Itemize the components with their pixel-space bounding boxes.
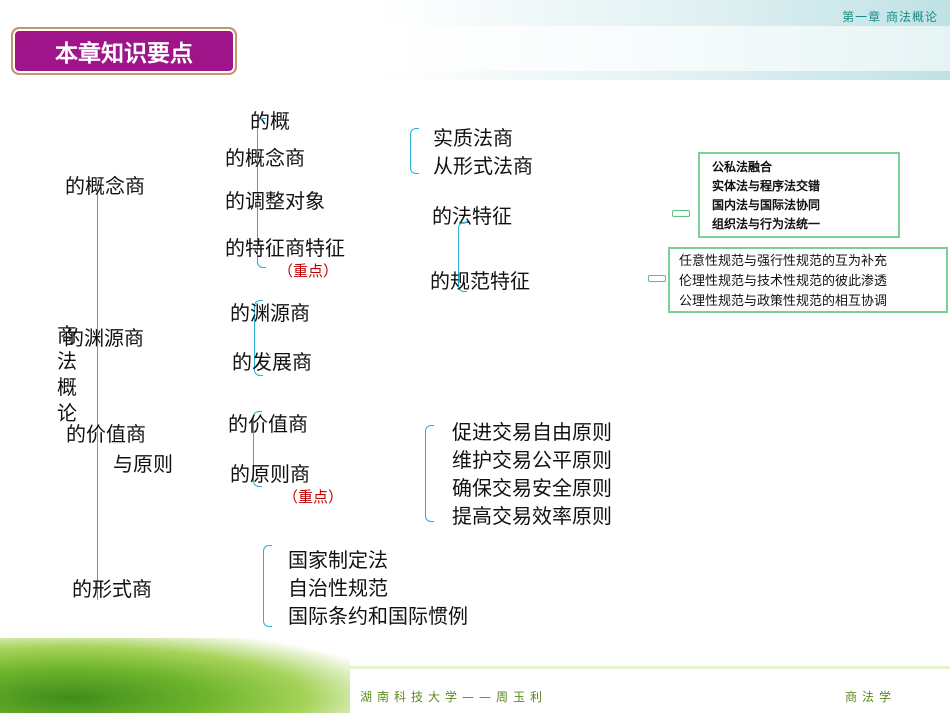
footer: 湖南科技大学——周玉利 商法学 [0,638,950,713]
footer-course: 商法学 [845,690,897,704]
node-form: 的形式商 [72,577,152,601]
node-value: 的价值商 [66,422,146,446]
box-line: 任意性规范与强行性规范的互为补充 [679,254,888,269]
footer-school: 湖南科技大学——周玉利 [360,690,548,704]
source-origin: 的渊源商 [230,301,310,325]
slide: 第一章 商法概论 本章知识要点 商法概论 的概念商 的渊源商 的价值商 与原则 … [0,0,950,713]
value-value: 的价值商 [228,412,308,436]
definition-substantive: 实质法商 [433,126,513,150]
box-line: 实体法与程序法交错 [712,179,821,193]
tea-leaves-image [0,638,350,713]
form-item: 国际条约和国际惯例 [288,604,468,628]
concept-top: 的概 [250,109,290,133]
features-norm: 的规范特征 [430,269,530,293]
root-bracket [97,185,98,600]
box-line: 国内法与国际法协同 [712,198,821,212]
arrow-right-icon [648,275,666,282]
principles-bracket [425,425,434,522]
norm-features-box: 任意性规范与强行性规范的互为补充 伦理性规范与技术性规范的彼此渗透 公理性规范与… [668,247,948,313]
form-item: 国家制定法 [288,548,388,572]
definition-bracket [410,128,419,174]
box-line: 公私法融合 [712,160,773,174]
definition-formal: 从形式法商 [433,154,533,178]
concept-features: 的特征商特征 [225,236,345,260]
principle-item: 确保交易安全原则 [452,476,612,500]
chapter-label: 第一章 商法概论 [842,10,938,24]
node-concept: 的概念商 [65,174,145,198]
box-line: 伦理性规范与技术性规范的彼此渗透 [679,274,888,289]
concept-definition: 的概念商 [225,146,305,170]
forms-bracket [263,545,272,627]
key-point-label: （重点） [283,488,344,506]
box-line: 公理性规范与政策性规范的相互协调 [679,294,888,309]
value-principle: 的原则商 [230,462,310,486]
slide-title: 本章知识要点 [11,27,237,75]
principle-item: 维护交易公平原则 [452,448,612,472]
principle-item: 提高交易效率原则 [452,504,612,528]
root-char: 概 [57,375,77,399]
features-legal: 的法特征 [432,204,512,228]
box-line: 组织法与行为法统一 [712,217,821,231]
node-source: 的渊源商 [64,326,144,350]
concept-object: 的调整对象 [225,189,325,213]
form-item: 自治性规范 [288,576,388,600]
node-value-tail: 与原则 [113,452,173,476]
legal-features-box: 公私法融合 实体法与程序法交错 国内法与国际法协同 组织法与行为法统一 [698,152,900,238]
footer-divider [350,666,950,669]
key-point-label: （重点） [278,262,339,280]
source-development: 的发展商 [232,350,312,374]
arrow-right-icon [672,210,690,217]
root-char: 法 [57,349,77,373]
principle-item: 促进交易自由原则 [452,420,612,444]
